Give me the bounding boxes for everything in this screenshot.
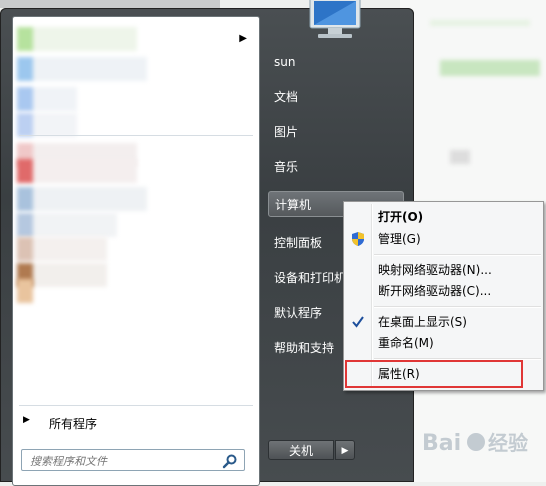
svg-text:Bai: Bai xyxy=(422,431,461,456)
program-item[interactable] xyxy=(17,279,253,303)
search-box[interactable] xyxy=(21,449,245,471)
shutdown-button[interactable]: 关机 xyxy=(268,440,334,460)
blurred-content xyxy=(430,20,530,26)
baidu-watermark-logo: Bai 经验 xyxy=(422,431,528,456)
highlight-annotation xyxy=(345,360,523,388)
separator xyxy=(19,135,253,136)
menu-item-open[interactable]: 打开(O) xyxy=(378,207,423,227)
blurred-content xyxy=(440,60,540,76)
program-item[interactable] xyxy=(17,113,253,137)
program-item[interactable] xyxy=(17,159,253,183)
shutdown-options-button[interactable]: ▶ xyxy=(335,440,355,460)
chevron-right-icon[interactable]: ▶ xyxy=(239,33,247,44)
user-name-item[interactable]: sun xyxy=(268,49,404,75)
search-icon[interactable] xyxy=(222,453,238,469)
svg-text:经验: 经验 xyxy=(488,431,528,455)
checkmark-icon xyxy=(352,316,364,328)
top-strip xyxy=(0,0,220,8)
music-item[interactable]: 音乐 xyxy=(268,154,404,180)
program-item[interactable] xyxy=(17,57,253,81)
menu-item-manage[interactable]: 管理(G) xyxy=(378,229,421,249)
program-item[interactable] xyxy=(17,87,253,111)
all-programs-button[interactable]: ▶ 所有程序 xyxy=(19,411,253,433)
program-item[interactable] xyxy=(17,27,253,51)
blurred-content xyxy=(450,150,470,164)
computer-icon xyxy=(309,0,361,38)
menu-separator xyxy=(374,306,541,308)
menu-item-rename[interactable]: 重命名(M) xyxy=(378,333,434,353)
all-programs-label: 所有程序 xyxy=(49,417,98,431)
documents-item[interactable]: 文档 xyxy=(268,84,404,110)
triangle-right-icon: ▶ xyxy=(23,415,30,425)
menu-separator xyxy=(374,254,541,256)
menu-item-show-on-desktop[interactable]: 在桌面上显示(S) xyxy=(378,312,467,332)
separator xyxy=(19,405,253,406)
menu-item-map-drive[interactable]: 映射网络驱动器(N)... xyxy=(378,260,492,280)
shield-icon xyxy=(352,232,364,246)
program-item[interactable] xyxy=(17,237,253,261)
program-item[interactable] xyxy=(17,213,253,237)
chevron-right-icon: ▶ xyxy=(341,446,349,456)
menu-item-disconnect-drive[interactable]: 断开网络驱动器(C)... xyxy=(378,281,491,301)
search-input[interactable] xyxy=(28,452,222,470)
pictures-item[interactable]: 图片 xyxy=(268,119,404,145)
programs-pane: ▶ ▶ 所有程序 xyxy=(12,16,260,486)
program-item[interactable] xyxy=(17,187,253,211)
